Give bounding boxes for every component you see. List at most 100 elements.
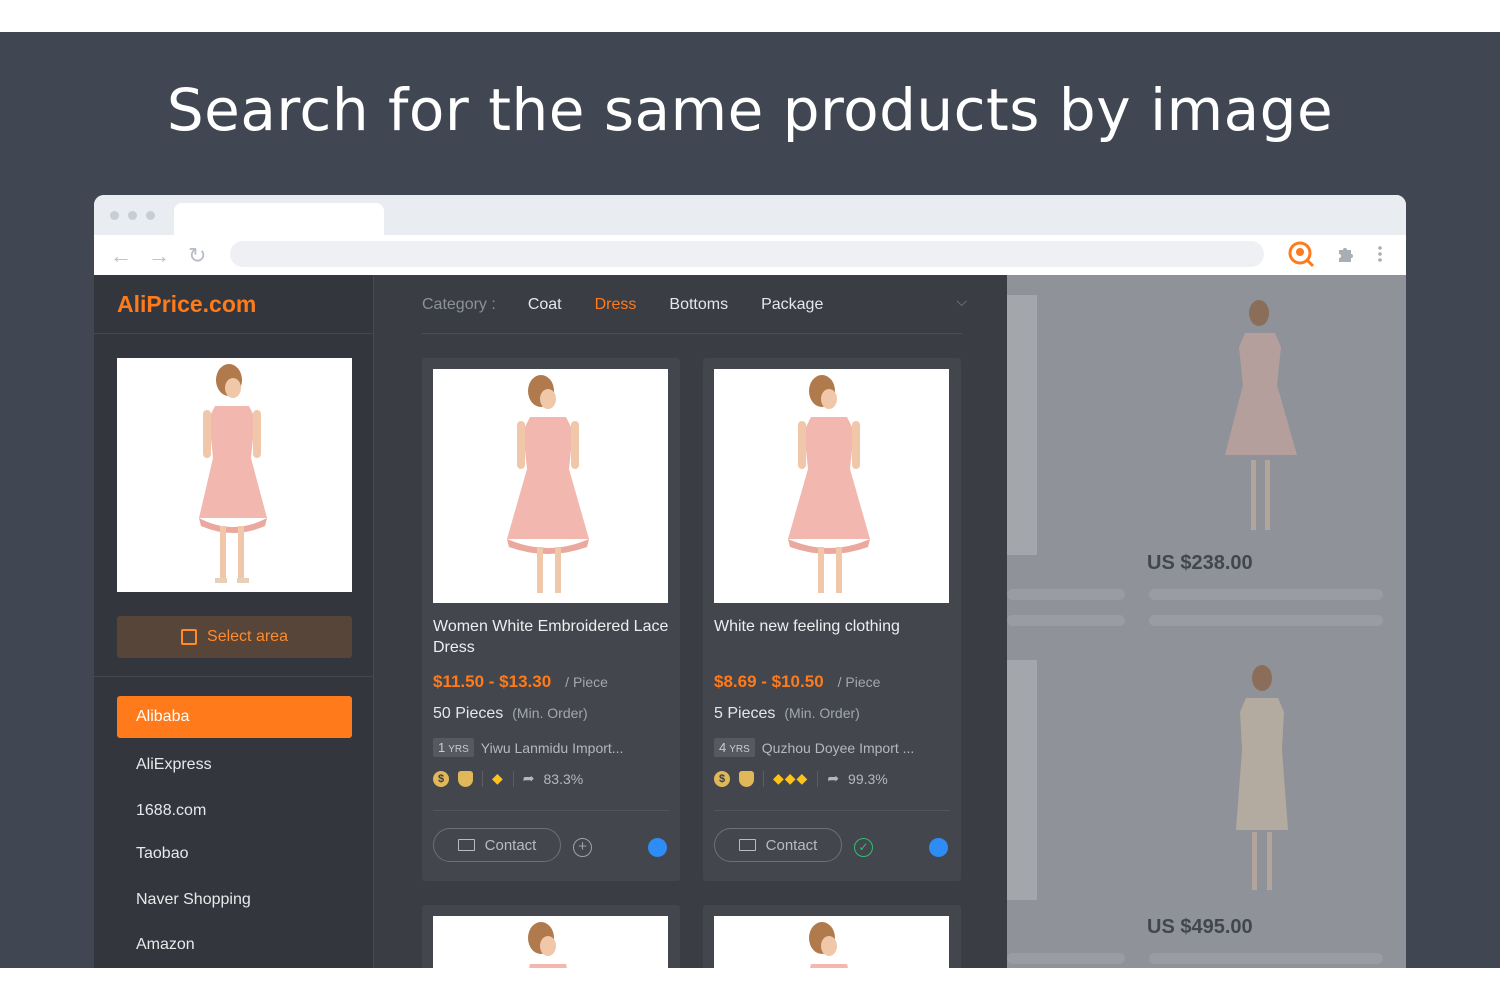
category-dress[interactable]: Dress [595, 296, 637, 314]
badge-row: $ ◆ ➦ 83.3% [433, 770, 583, 787]
site-item-taobao[interactable]: Taobao [117, 833, 352, 875]
site-item-1688[interactable]: 1688.com [117, 790, 352, 832]
category-coat[interactable]: Coat [528, 296, 562, 314]
share-icon: ➦ [827, 770, 840, 786]
crop-icon [181, 629, 198, 645]
background-product-image [1007, 660, 1037, 900]
divider [763, 770, 764, 787]
dimmed-page-background: US $238.00 US $495.00 [1007, 275, 1406, 968]
contact-label: Contact [484, 836, 537, 854]
back-arrow-icon[interactable]: ← [110, 243, 132, 269]
years-value: 4 [719, 740, 727, 755]
browser-toolbar: ← → ↻ [94, 235, 1406, 275]
product-price: $11.50 - $13.30 [433, 672, 552, 691]
verified-shield-icon [458, 770, 473, 787]
product-card[interactable] [422, 905, 680, 968]
chevron-down-icon[interactable]: ⌵ [956, 293, 967, 310]
verified-shield-icon [739, 770, 754, 787]
divider [433, 810, 669, 811]
chat-icon[interactable] [929, 838, 948, 857]
diamond-rating-icon: ◆◆◆ [773, 770, 809, 786]
response-rate: 99.3% [848, 770, 888, 787]
years-value: 1 [438, 740, 446, 755]
puzzle-icon[interactable] [1336, 244, 1356, 264]
product-image[interactable] [714, 916, 949, 968]
years-unit: YRS [448, 744, 469, 755]
product-image[interactable] [433, 369, 668, 603]
background-price: US $238.00 [1147, 552, 1253, 574]
price-row: $8.69 - $10.50 / Piece [714, 672, 880, 692]
years-badge: 1 YRS [433, 738, 474, 757]
category-package[interactable]: Package [761, 296, 823, 314]
product-card[interactable]: Women White Embroidered Lace Dress $11.5… [422, 358, 680, 881]
extension-content: AliPrice.com Select area Alibaba AliExpr… [94, 275, 1406, 968]
background-dress-image [1236, 665, 1288, 890]
product-title[interactable]: Women White Embroidered Lace Dress [433, 616, 669, 658]
background-dress-image [1225, 300, 1297, 530]
site-item-naver-shopping[interactable]: Naver Shopping [117, 879, 352, 921]
placeholder-bar [1149, 953, 1383, 964]
contact-button[interactable]: Contact [714, 828, 842, 862]
moq-row: 5 Pieces (Min. Order) [714, 705, 860, 723]
query-image [117, 358, 352, 592]
divider [817, 770, 819, 787]
mail-icon [457, 839, 475, 851]
site-item-aliexpress[interactable]: AliExpress [117, 744, 352, 786]
product-price: $8.69 - $10.50 [714, 672, 824, 691]
product-title[interactable]: White new feeling clothing [714, 616, 950, 637]
min-order-note: (Min. Order) [784, 705, 860, 721]
min-order-note: (Min. Order) [512, 705, 588, 721]
product-card[interactable]: White new feeling clothing $8.69 - $10.5… [703, 358, 961, 881]
supplier-name[interactable]: Yiwu Lanmidu Import... [481, 740, 624, 756]
added-check-icon[interactable]: ✓ [854, 838, 873, 857]
price-unit: / Piece [565, 674, 608, 690]
product-image[interactable] [433, 916, 668, 968]
add-to-favorites-icon[interactable]: + [573, 838, 592, 857]
reload-icon[interactable]: ↻ [188, 243, 206, 269]
pink-dress-image [433, 369, 668, 603]
window-dot-icon[interactable] [146, 211, 155, 220]
share-icon: ➦ [522, 770, 535, 786]
site-item-amazon[interactable]: Amazon [117, 924, 352, 966]
select-area-button[interactable]: Select area [117, 616, 352, 658]
pink-dress-image [714, 916, 949, 968]
divider [422, 333, 962, 334]
window-dot-icon[interactable] [128, 211, 137, 220]
badge-row: $ ◆◆◆ ➦ 99.3% [714, 770, 888, 787]
kebab-menu-icon[interactable] [1376, 245, 1384, 263]
divider [512, 770, 514, 787]
mail-icon [738, 839, 756, 851]
browser-tab[interactable] [174, 203, 384, 237]
placeholder-bar [1149, 615, 1383, 626]
trade-assurance-icon: $ [433, 770, 449, 787]
category-bottoms[interactable]: Bottoms [669, 296, 728, 314]
contact-button[interactable]: Contact [433, 828, 561, 862]
headline: Search for the same products by image [166, 76, 1334, 144]
url-bar[interactable] [230, 241, 1264, 267]
pink-dress-image [433, 916, 668, 968]
diamond-rating-icon: ◆ [492, 770, 504, 786]
site-item-alibaba[interactable]: Alibaba [117, 696, 352, 738]
product-card[interactable] [703, 905, 961, 968]
price-unit: / Piece [837, 674, 881, 690]
supplier-row: 1 YRS Yiwu Lanmidu Import... [433, 738, 623, 757]
years-badge: 4 YRS [714, 738, 755, 757]
divider [714, 810, 950, 811]
contact-label: Contact [765, 836, 818, 854]
results-panel: AliPrice.com Select area Alibaba AliExpr… [94, 275, 1007, 968]
pink-dress-image [117, 358, 352, 592]
aliprice-logo[interactable]: AliPrice.com [117, 291, 256, 318]
forward-arrow-icon[interactable]: → [148, 243, 170, 269]
product-image[interactable] [714, 369, 949, 603]
years-unit: YRS [729, 744, 750, 755]
background-product-image [1007, 295, 1037, 555]
promo-stage: Search for the same products by image ← … [0, 32, 1500, 968]
chat-icon[interactable] [648, 838, 667, 857]
supplier-name[interactable]: Quzhou Doyee Import ... [762, 740, 915, 756]
placeholder-bar [1149, 589, 1383, 600]
response-rate: 83.3% [543, 770, 584, 787]
aliprice-extension-icon[interactable] [1287, 240, 1315, 268]
divider [482, 770, 483, 787]
window-dot-icon[interactable] [110, 211, 119, 220]
pink-dress-image [714, 369, 949, 603]
